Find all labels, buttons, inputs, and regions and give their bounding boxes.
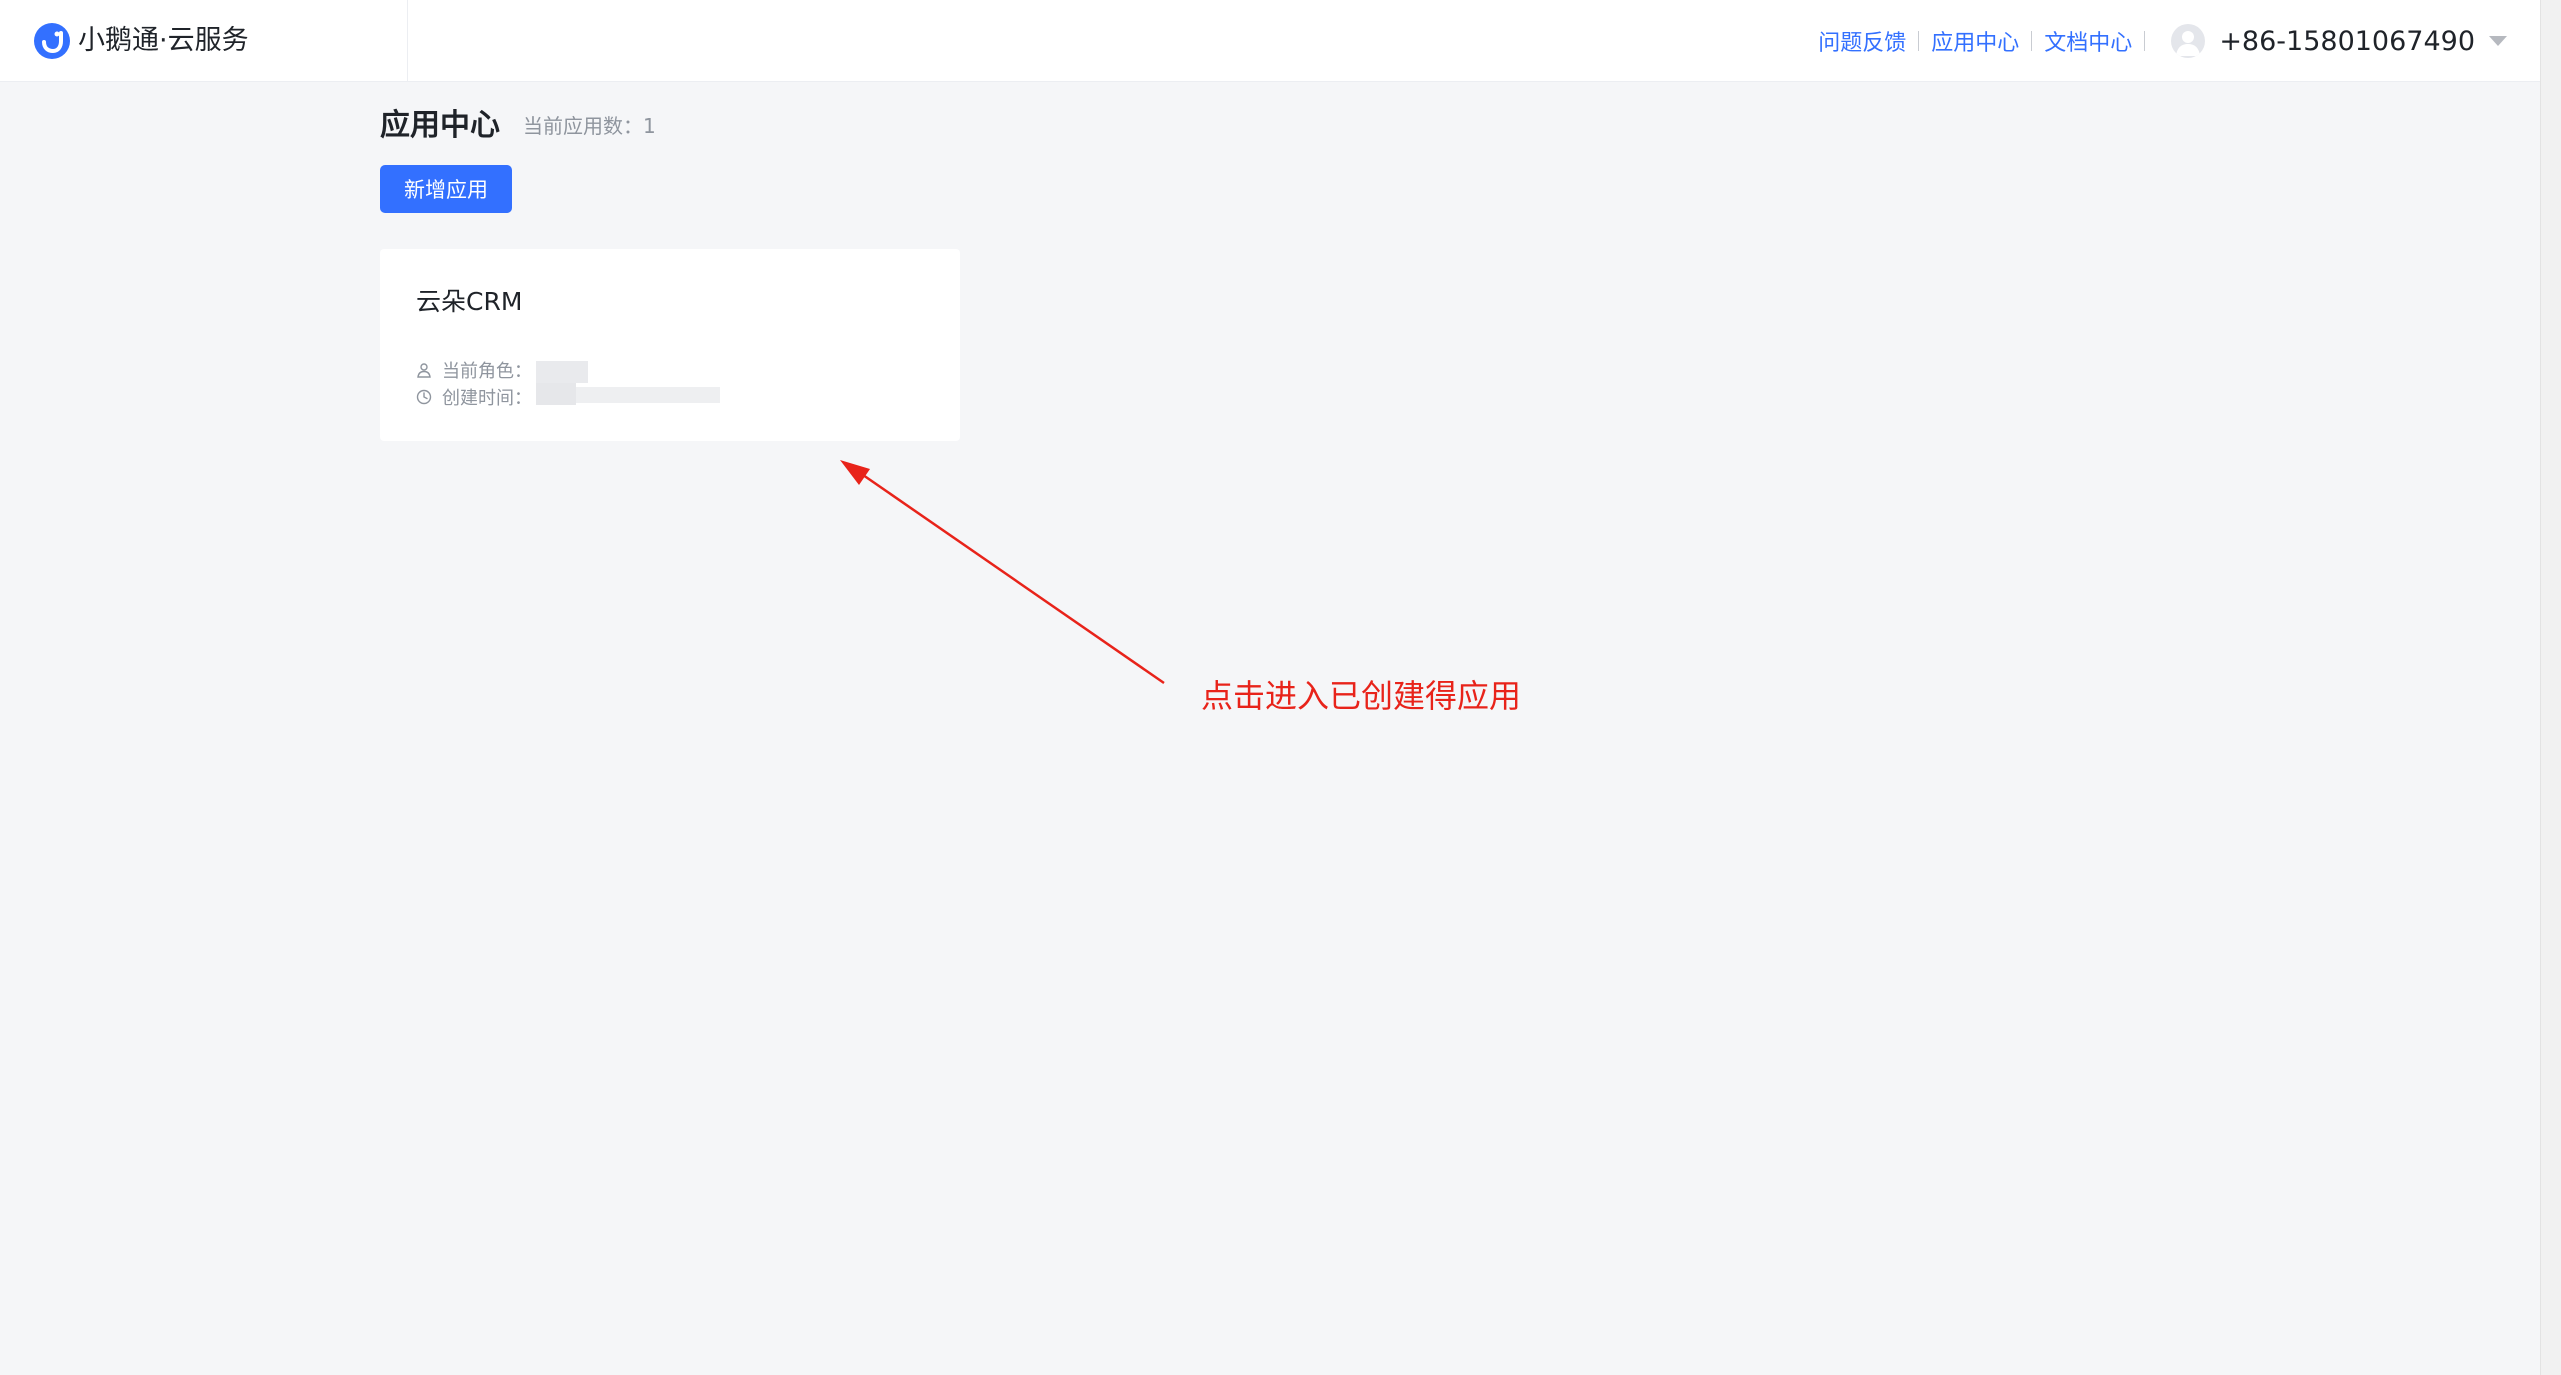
user-avatar-icon[interactable]	[2171, 24, 2206, 58]
top-header: 小鹅通·云服务 问题反馈 应用中心 文档中心 +86-15801067490	[0, 0, 2540, 82]
nav-app-center-link[interactable]: 应用中心	[1931, 25, 2019, 57]
brand-area[interactable]: 小鹅通·云服务	[0, 0, 408, 82]
annotation-label: 点击进入已创建得应用	[1201, 677, 1522, 715]
nav-docs-link[interactable]: 文档中心	[2044, 25, 2132, 57]
user-phone[interactable]: +86-15801067490	[2219, 26, 2475, 57]
nav-divider	[1918, 31, 1920, 51]
app-card-created-label: 创建时间：	[442, 388, 532, 409]
clock-icon	[416, 389, 432, 405]
app-card-name: 云朵CRM	[416, 287, 523, 316]
user-icon	[417, 363, 431, 378]
nav-feedback-link[interactable]: 问题反馈	[1818, 25, 1906, 57]
app-card-role-row: 当前角色：	[416, 357, 532, 383]
nav-divider	[2144, 31, 2146, 51]
nav-divider	[2031, 31, 2033, 51]
page-scrollbar[interactable]	[2540, 0, 2561, 1375]
add-app-button[interactable]: 新增应用	[380, 165, 512, 213]
redacted-role-value	[536, 361, 588, 383]
app-count: 当前应用数：1	[523, 114, 656, 138]
header-nav: 问题反馈 应用中心 文档中心 +86-15801067490	[1818, 0, 2540, 82]
chevron-down-icon[interactable]	[2489, 36, 2507, 46]
app-card[interactable]: 云朵CRM 当前角色： 创建时间：	[380, 249, 960, 441]
app-card-created-row: 创建时间：	[416, 384, 532, 410]
redacted-created-value-extra	[576, 387, 720, 403]
brand-logo-icon	[34, 23, 70, 59]
page-title: 应用中心	[380, 108, 500, 143]
app-card-role-label: 当前角色：	[442, 361, 532, 382]
brand-name: 小鹅通·云服务	[78, 25, 249, 56]
redacted-created-value	[536, 383, 576, 405]
